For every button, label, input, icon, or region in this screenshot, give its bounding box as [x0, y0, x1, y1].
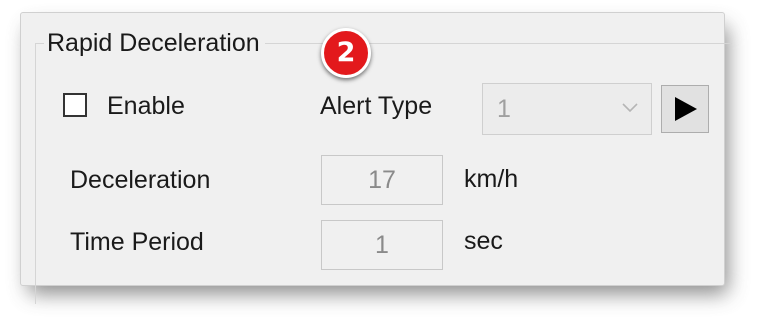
alert-type-label: Alert Type	[320, 92, 433, 120]
alert-type-value: 1	[497, 95, 511, 123]
play-icon	[675, 97, 697, 121]
alert-type-select[interactable]: 1	[482, 83, 652, 135]
play-alert-button[interactable]	[661, 85, 709, 133]
stage: Rapid Deceleration 2 Enable Alert Type 1…	[0, 0, 765, 318]
chevron-down-icon	[621, 98, 639, 116]
time-period-label: Time Period	[70, 228, 204, 256]
enable-checkbox[interactable]	[63, 93, 87, 117]
time-period-unit: sec	[464, 227, 503, 255]
deceleration-field[interactable]: 17	[321, 155, 443, 205]
enable-label[interactable]: Enable	[107, 91, 185, 121]
time-period-field[interactable]: 1	[321, 220, 443, 270]
deceleration-unit: km/h	[464, 165, 519, 193]
group-title: Rapid Deceleration	[44, 26, 265, 60]
settings-panel: Rapid Deceleration 2 Enable Alert Type 1…	[20, 12, 732, 304]
step-badge: 2	[321, 28, 371, 78]
deceleration-label: Deceleration	[70, 166, 211, 194]
